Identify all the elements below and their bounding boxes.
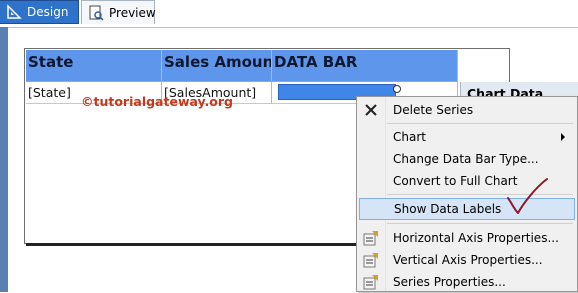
menu-separator xyxy=(387,123,573,124)
menu-item-label: Horizontal Axis Properties... xyxy=(393,231,559,245)
menu-item-horizontal-axis-properties[interactable]: Horizontal Axis Properties... xyxy=(359,227,575,249)
tab-preview[interactable]: Preview xyxy=(81,0,156,24)
menu-item-label: Change Data Bar Type... xyxy=(393,152,539,166)
header-cell-state[interactable]: State xyxy=(26,50,162,82)
properties-icon xyxy=(363,230,379,246)
menu-item-chart[interactable]: Chart xyxy=(359,126,575,148)
designer-tab-strip: Design Preview xyxy=(0,0,578,28)
menu-item-change-data-bar-type[interactable]: Change Data Bar Type... xyxy=(359,148,575,170)
resize-handle[interactable] xyxy=(393,85,401,93)
tab-preview-label: Preview xyxy=(109,5,156,20)
preview-page-icon xyxy=(88,5,104,21)
properties-icon xyxy=(363,274,379,290)
menu-item-series-properties[interactable]: Series Properties... xyxy=(359,271,575,293)
design-ruler-icon xyxy=(6,4,22,20)
properties-icon xyxy=(363,252,379,268)
watermark-text: ©tutorialgateway.org xyxy=(81,94,233,109)
menu-item-label: Series Properties... xyxy=(393,275,506,289)
header-cell-sales-amount[interactable]: Sales Amount xyxy=(162,50,272,82)
design-surface-edge xyxy=(0,27,8,292)
menu-item-label: Delete Series xyxy=(393,103,474,117)
menu-item-delete-series[interactable]: Delete Series xyxy=(359,99,575,121)
tab-design-label: Design xyxy=(27,5,69,19)
menu-separator xyxy=(387,223,573,224)
menu-item-label: Convert to Full Chart xyxy=(393,174,518,188)
header-cell-data-bar[interactable]: DATA BAR xyxy=(272,50,458,82)
delete-x-icon xyxy=(363,102,379,118)
submenu-arrow-icon xyxy=(561,133,565,141)
menu-item-vertical-axis-properties[interactable]: Vertical Axis Properties... xyxy=(359,249,575,271)
menu-item-label: Chart xyxy=(393,130,426,144)
tab-design[interactable]: Design xyxy=(0,0,79,24)
menu-item-label: Vertical Axis Properties... xyxy=(393,253,543,267)
handdrawn-checkmark-icon xyxy=(507,178,548,214)
menu-item-label: Show Data Labels xyxy=(394,202,502,216)
